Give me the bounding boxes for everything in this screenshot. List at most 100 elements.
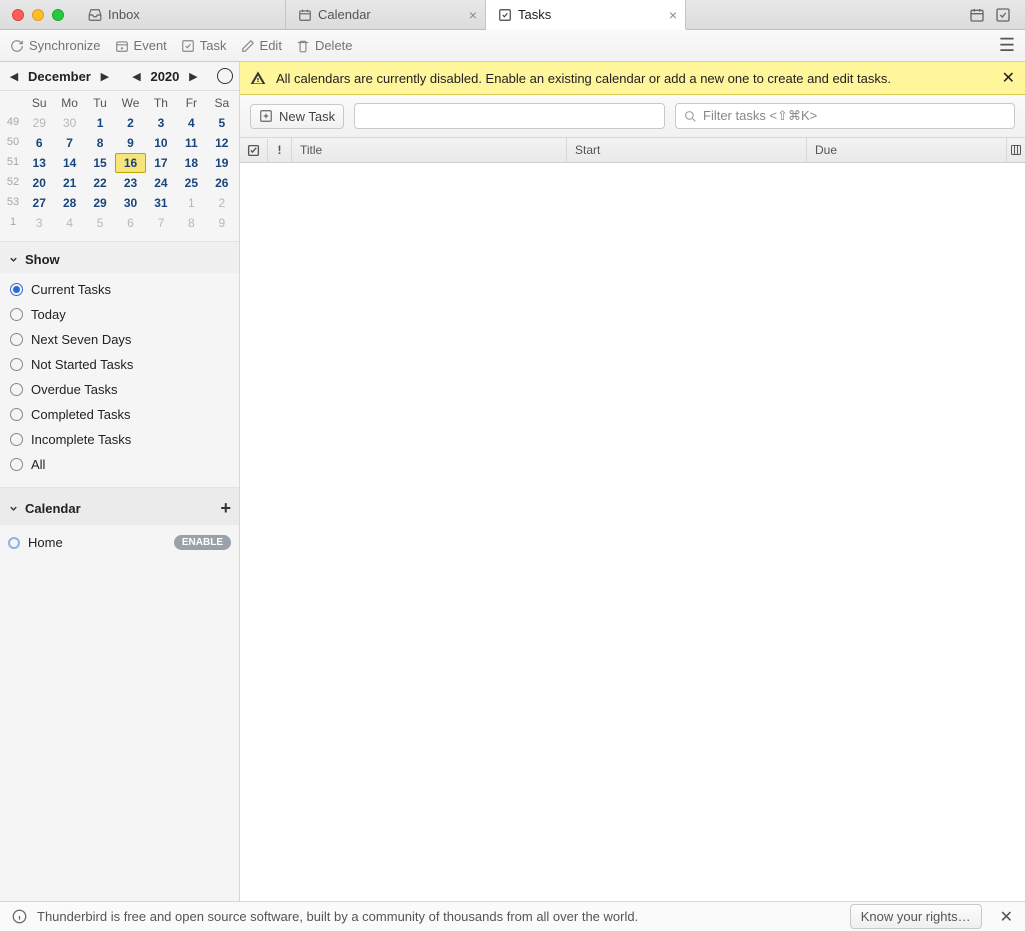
calendar-day[interactable]: 14 (54, 153, 84, 173)
column-picker-button[interactable] (1007, 139, 1025, 161)
quick-task-input[interactable] (354, 103, 665, 129)
close-tab-tasks-icon[interactable]: × (669, 7, 677, 23)
calendar-shortcut-icon[interactable] (969, 7, 985, 23)
calendar-day[interactable]: 6 (24, 133, 54, 153)
calendar-day[interactable]: 3 (24, 213, 54, 233)
calendar-day[interactable]: 4 (54, 213, 84, 233)
close-window-button[interactable] (12, 9, 24, 21)
edit-button[interactable]: Edit (241, 38, 282, 53)
trash-icon (296, 39, 310, 53)
calendar-day[interactable]: 29 (24, 113, 54, 133)
calendar-day[interactable]: 1 (176, 193, 206, 213)
filter-placeholder: Filter tasks <⇧⌘K> (703, 108, 817, 124)
calendar-section-header[interactable]: Calendar + (0, 488, 239, 525)
tab-tasks[interactable]: Tasks × (486, 0, 686, 30)
col-start[interactable]: Start (567, 138, 807, 162)
calendar-day[interactable]: 21 (54, 173, 84, 193)
calendar-day[interactable]: 31 (146, 193, 176, 213)
dow-label: Th (146, 93, 176, 113)
calendar-day[interactable]: 2 (207, 193, 237, 213)
close-tab-calendar-icon[interactable]: × (469, 7, 477, 23)
zoom-window-button[interactable] (52, 9, 64, 21)
show-filter-option[interactable]: Current Tasks (8, 277, 231, 302)
calendar-day[interactable]: 2 (115, 113, 145, 133)
enable-calendar-button[interactable]: ENABLE (174, 535, 231, 550)
tasks-shortcut-icon[interactable] (995, 7, 1011, 23)
show-filter-option[interactable]: Completed Tasks (8, 402, 231, 427)
calendar-day[interactable]: 28 (54, 193, 84, 213)
show-heading: Show (25, 252, 60, 267)
show-filter-option[interactable]: Today (8, 302, 231, 327)
calendar-day[interactable]: 6 (115, 213, 145, 233)
calendar-day[interactable]: 1 (85, 113, 115, 133)
col-priority[interactable]: ! (268, 138, 292, 162)
dow-label: We (115, 93, 145, 113)
calendar-day[interactable]: 8 (85, 133, 115, 153)
mini-calendar-header: ◀ December ▶ ◀ 2020 ▶ (0, 62, 239, 91)
calendar-day[interactable]: 30 (54, 113, 84, 133)
calendar-day[interactable]: 26 (207, 173, 237, 193)
show-filter-option[interactable]: All (8, 452, 231, 477)
app-menu-button[interactable]: ☰ (999, 35, 1015, 56)
show-filter-option[interactable]: Next Seven Days (8, 327, 231, 352)
calendar-day[interactable]: 11 (176, 133, 206, 153)
synchronize-button[interactable]: Synchronize (10, 38, 101, 53)
show-filter-option[interactable]: Incomplete Tasks (8, 427, 231, 452)
show-section-header[interactable]: Show (0, 242, 239, 273)
warning-banner: All calendars are currently disabled. En… (240, 62, 1025, 95)
dismiss-footer-button[interactable]: ✕ (1000, 907, 1013, 927)
calendar-day[interactable]: 30 (115, 193, 145, 213)
new-task-quick-button[interactable]: New Task (250, 104, 344, 129)
calendar-day[interactable]: 27 (24, 193, 54, 213)
show-filter-list: Current TasksTodayNext Seven DaysNot Sta… (0, 273, 239, 488)
col-title[interactable]: Title (292, 138, 567, 162)
calendar-day[interactable]: 25 (176, 173, 206, 193)
prev-year-button[interactable]: ◀ (128, 68, 144, 84)
calendar-day[interactable]: 4 (176, 113, 206, 133)
checkbox-icon (247, 144, 260, 157)
calendar-day[interactable]: 7 (146, 213, 176, 233)
calendar-day[interactable]: 17 (146, 153, 176, 173)
new-task-button[interactable]: Task (181, 38, 227, 53)
prev-month-button[interactable]: ◀ (6, 68, 22, 84)
calendar-day[interactable]: 22 (85, 173, 115, 193)
calendar-day[interactable]: 18 (176, 153, 206, 173)
delete-button[interactable]: Delete (296, 38, 353, 53)
calendar-day[interactable]: 10 (146, 133, 176, 153)
show-filter-option[interactable]: Not Started Tasks (8, 352, 231, 377)
calendar-day[interactable]: 13 (24, 153, 54, 173)
calendar-day[interactable]: 5 (207, 113, 237, 133)
calendar-item-home[interactable]: Home ENABLE (8, 531, 231, 554)
dismiss-warning-button[interactable]: ✕ (1002, 68, 1015, 88)
calendar-day[interactable]: 8 (176, 213, 206, 233)
go-to-today-button[interactable] (217, 68, 233, 84)
tab-calendar[interactable]: Calendar × (286, 0, 486, 29)
calendar-day[interactable]: 15 (85, 153, 115, 173)
filter-tasks-input[interactable]: Filter tasks <⇧⌘K> (675, 103, 1015, 129)
calendar-day[interactable]: 24 (146, 173, 176, 193)
calendar-day[interactable]: 16 (115, 153, 145, 173)
calendar-day[interactable]: 3 (146, 113, 176, 133)
task-toolbar: New Task Filter tasks <⇧⌘K> (240, 95, 1025, 138)
tab-inbox[interactable]: Inbox (76, 0, 286, 29)
know-your-rights-button[interactable]: Know your rights… (850, 904, 982, 929)
new-event-button[interactable]: Event (115, 38, 167, 53)
calendar-day[interactable]: 29 (85, 193, 115, 213)
next-month-button[interactable]: ▶ (97, 68, 113, 84)
calendar-day[interactable]: 5 (85, 213, 115, 233)
calendar-day[interactable]: 20 (24, 173, 54, 193)
add-calendar-button[interactable]: + (220, 498, 231, 519)
sync-icon (10, 39, 24, 53)
week-number: 52 (2, 173, 24, 193)
show-filter-option[interactable]: Overdue Tasks (8, 377, 231, 402)
next-year-button[interactable]: ▶ (185, 68, 201, 84)
col-completed[interactable] (240, 139, 268, 162)
calendar-day[interactable]: 9 (207, 213, 237, 233)
col-due[interactable]: Due (807, 138, 1007, 162)
calendar-day[interactable]: 12 (207, 133, 237, 153)
calendar-day[interactable]: 7 (54, 133, 84, 153)
calendar-day[interactable]: 23 (115, 173, 145, 193)
minimize-window-button[interactable] (32, 9, 44, 21)
calendar-day[interactable]: 19 (207, 153, 237, 173)
calendar-day[interactable]: 9 (115, 133, 145, 153)
